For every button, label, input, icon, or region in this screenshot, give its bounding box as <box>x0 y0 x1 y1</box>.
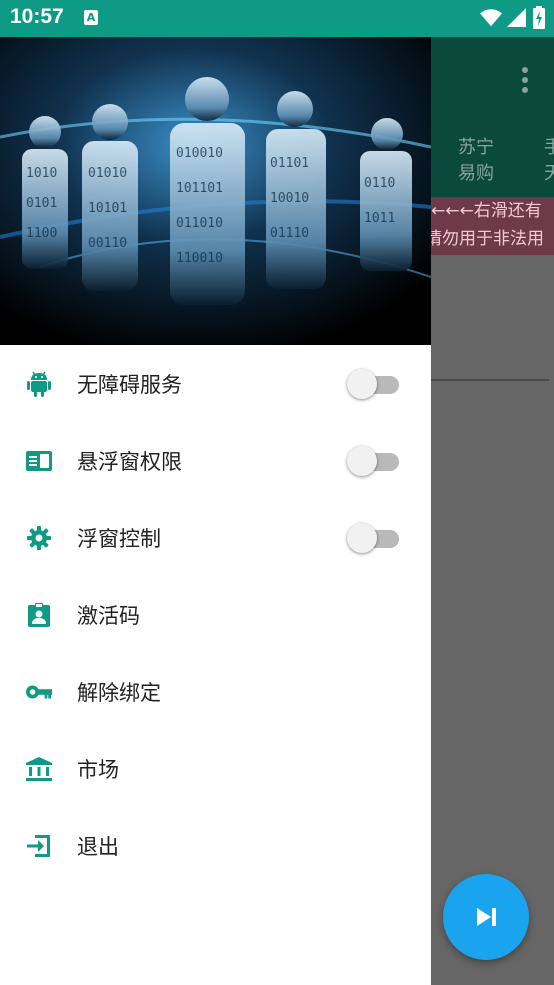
menu-item-market[interactable]: 市场 <box>0 730 431 807</box>
key-icon <box>26 679 52 705</box>
screen: 10:57 A 苏宁 易购 手 天 ←←←右滑还有 请勿用于非法用 1010 0… <box>0 0 554 985</box>
status-bar: 10:57 A <box>0 0 554 37</box>
svg-text:01101: 01101 <box>270 156 309 171</box>
svg-text:101101: 101101 <box>176 181 223 196</box>
menu-label-market: 市场 <box>77 757 119 782</box>
navigation-drawer: 1010 0101 1100 01010 10101 00110 010010 10110… <box>0 37 431 985</box>
background-divider <box>431 379 549 381</box>
drawer-header-image: 1010 0101 1100 01010 10101 00110 010010 10110… <box>0 37 431 345</box>
menu-label-exit: 退出 <box>77 834 119 859</box>
background-banner: ←←←右滑还有 请勿用于非法用 <box>431 197 554 255</box>
battery-charging-icon <box>533 6 545 29</box>
svg-text:0101: 0101 <box>26 196 57 211</box>
svg-text:10101: 10101 <box>88 201 127 216</box>
a-icon: A <box>84 10 98 25</box>
accessibility-toggle[interactable] <box>347 368 401 400</box>
svg-text:011010: 011010 <box>176 216 223 231</box>
background-app: 苏宁 易购 手 天 ←←←右滑还有 请勿用于非法用 <box>431 37 554 985</box>
svg-text:1011: 1011 <box>364 211 395 226</box>
menu-label-unbind: 解除绑定 <box>77 680 161 705</box>
menu-label-float-control: 浮窗控制 <box>77 526 161 551</box>
window-icon <box>26 448 52 474</box>
svg-text:00110: 00110 <box>88 236 127 251</box>
menu-item-overlay-permission[interactable]: 悬浮窗权限 <box>0 422 431 499</box>
wifi-icon <box>479 9 502 27</box>
drawer-menu: 无障碍服务 悬浮窗权限 浮窗控制 激活码 解除绑定 市场 退出 <box>0 345 431 884</box>
svg-text:0110: 0110 <box>364 176 395 191</box>
svg-text:1100: 1100 <box>26 226 57 241</box>
overflow-menu-icon[interactable] <box>522 67 528 93</box>
gear-icon <box>26 525 52 551</box>
menu-item-accessibility[interactable]: 无障碍服务 <box>0 345 431 422</box>
background-toolbar <box>431 37 554 125</box>
svg-text:110010: 110010 <box>176 251 223 266</box>
background-tab-suning[interactable]: 苏宁 易购 <box>458 135 498 187</box>
skip-next-icon <box>477 908 496 926</box>
signal-icon <box>506 8 526 27</box>
menu-item-exit[interactable]: 退出 <box>0 807 431 884</box>
android-icon <box>26 371 52 397</box>
badge-icon <box>26 602 52 628</box>
status-icons <box>479 6 546 30</box>
bank-icon <box>26 756 52 782</box>
background-tab-partial[interactable]: 手 天 <box>544 135 554 187</box>
skip-next-button[interactable] <box>443 874 529 960</box>
digital-people-banner: 101001011100 010101010100110 01001010110… <box>0 37 431 345</box>
overlay-permission-toggle[interactable] <box>347 445 401 477</box>
svg-text:1010: 1010 <box>26 166 57 181</box>
svg-text:01110: 01110 <box>270 226 309 241</box>
background-tabs: 苏宁 易购 手 天 <box>431 125 554 205</box>
menu-item-activation-code[interactable]: 激活码 <box>0 576 431 653</box>
menu-label-accessibility: 无障碍服务 <box>77 372 182 397</box>
svg-text:10010: 10010 <box>270 191 309 206</box>
menu-label-activation-code: 激活码 <box>77 603 140 628</box>
menu-item-unbind[interactable]: 解除绑定 <box>0 653 431 730</box>
exit-icon <box>26 833 52 859</box>
svg-text:010010: 010010 <box>176 146 223 161</box>
menu-label-overlay-permission: 悬浮窗权限 <box>77 449 182 474</box>
menu-item-float-control[interactable]: 浮窗控制 <box>0 499 431 576</box>
float-control-toggle[interactable] <box>347 522 401 554</box>
status-time: 10:57 <box>10 5 64 28</box>
svg-text:01010: 01010 <box>88 166 127 181</box>
